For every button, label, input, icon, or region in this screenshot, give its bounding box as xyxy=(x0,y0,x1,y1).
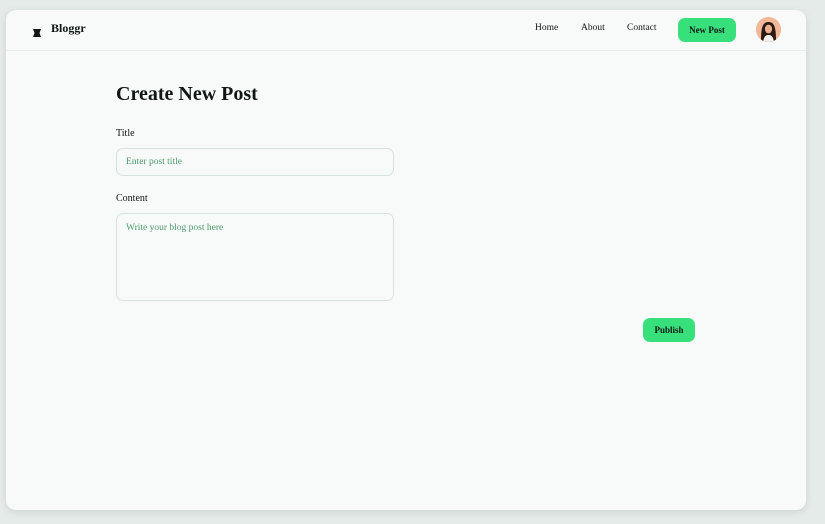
brand-name[interactable]: Bloggr xyxy=(51,21,86,36)
post-content-textarea[interactable] xyxy=(116,213,394,301)
publish-button[interactable]: Publish xyxy=(643,318,695,342)
app-window: Bloggr Home About Contact New Post Creat… xyxy=(6,10,806,510)
post-title-input[interactable] xyxy=(116,148,394,176)
nav-link-home[interactable]: Home xyxy=(535,23,558,33)
logo-icon xyxy=(32,25,42,37)
nav-link-contact[interactable]: Contact xyxy=(627,23,657,33)
page-title: Create New Post xyxy=(116,83,258,105)
nav-link-about[interactable]: About xyxy=(581,23,605,33)
new-post-button[interactable]: New Post xyxy=(678,18,736,42)
content-label: Content xyxy=(116,193,148,204)
avatar[interactable] xyxy=(756,17,781,42)
top-navbar: Bloggr Home About Contact New Post xyxy=(6,10,806,51)
title-label: Title xyxy=(116,128,135,139)
user-avatar-icon xyxy=(756,17,781,42)
